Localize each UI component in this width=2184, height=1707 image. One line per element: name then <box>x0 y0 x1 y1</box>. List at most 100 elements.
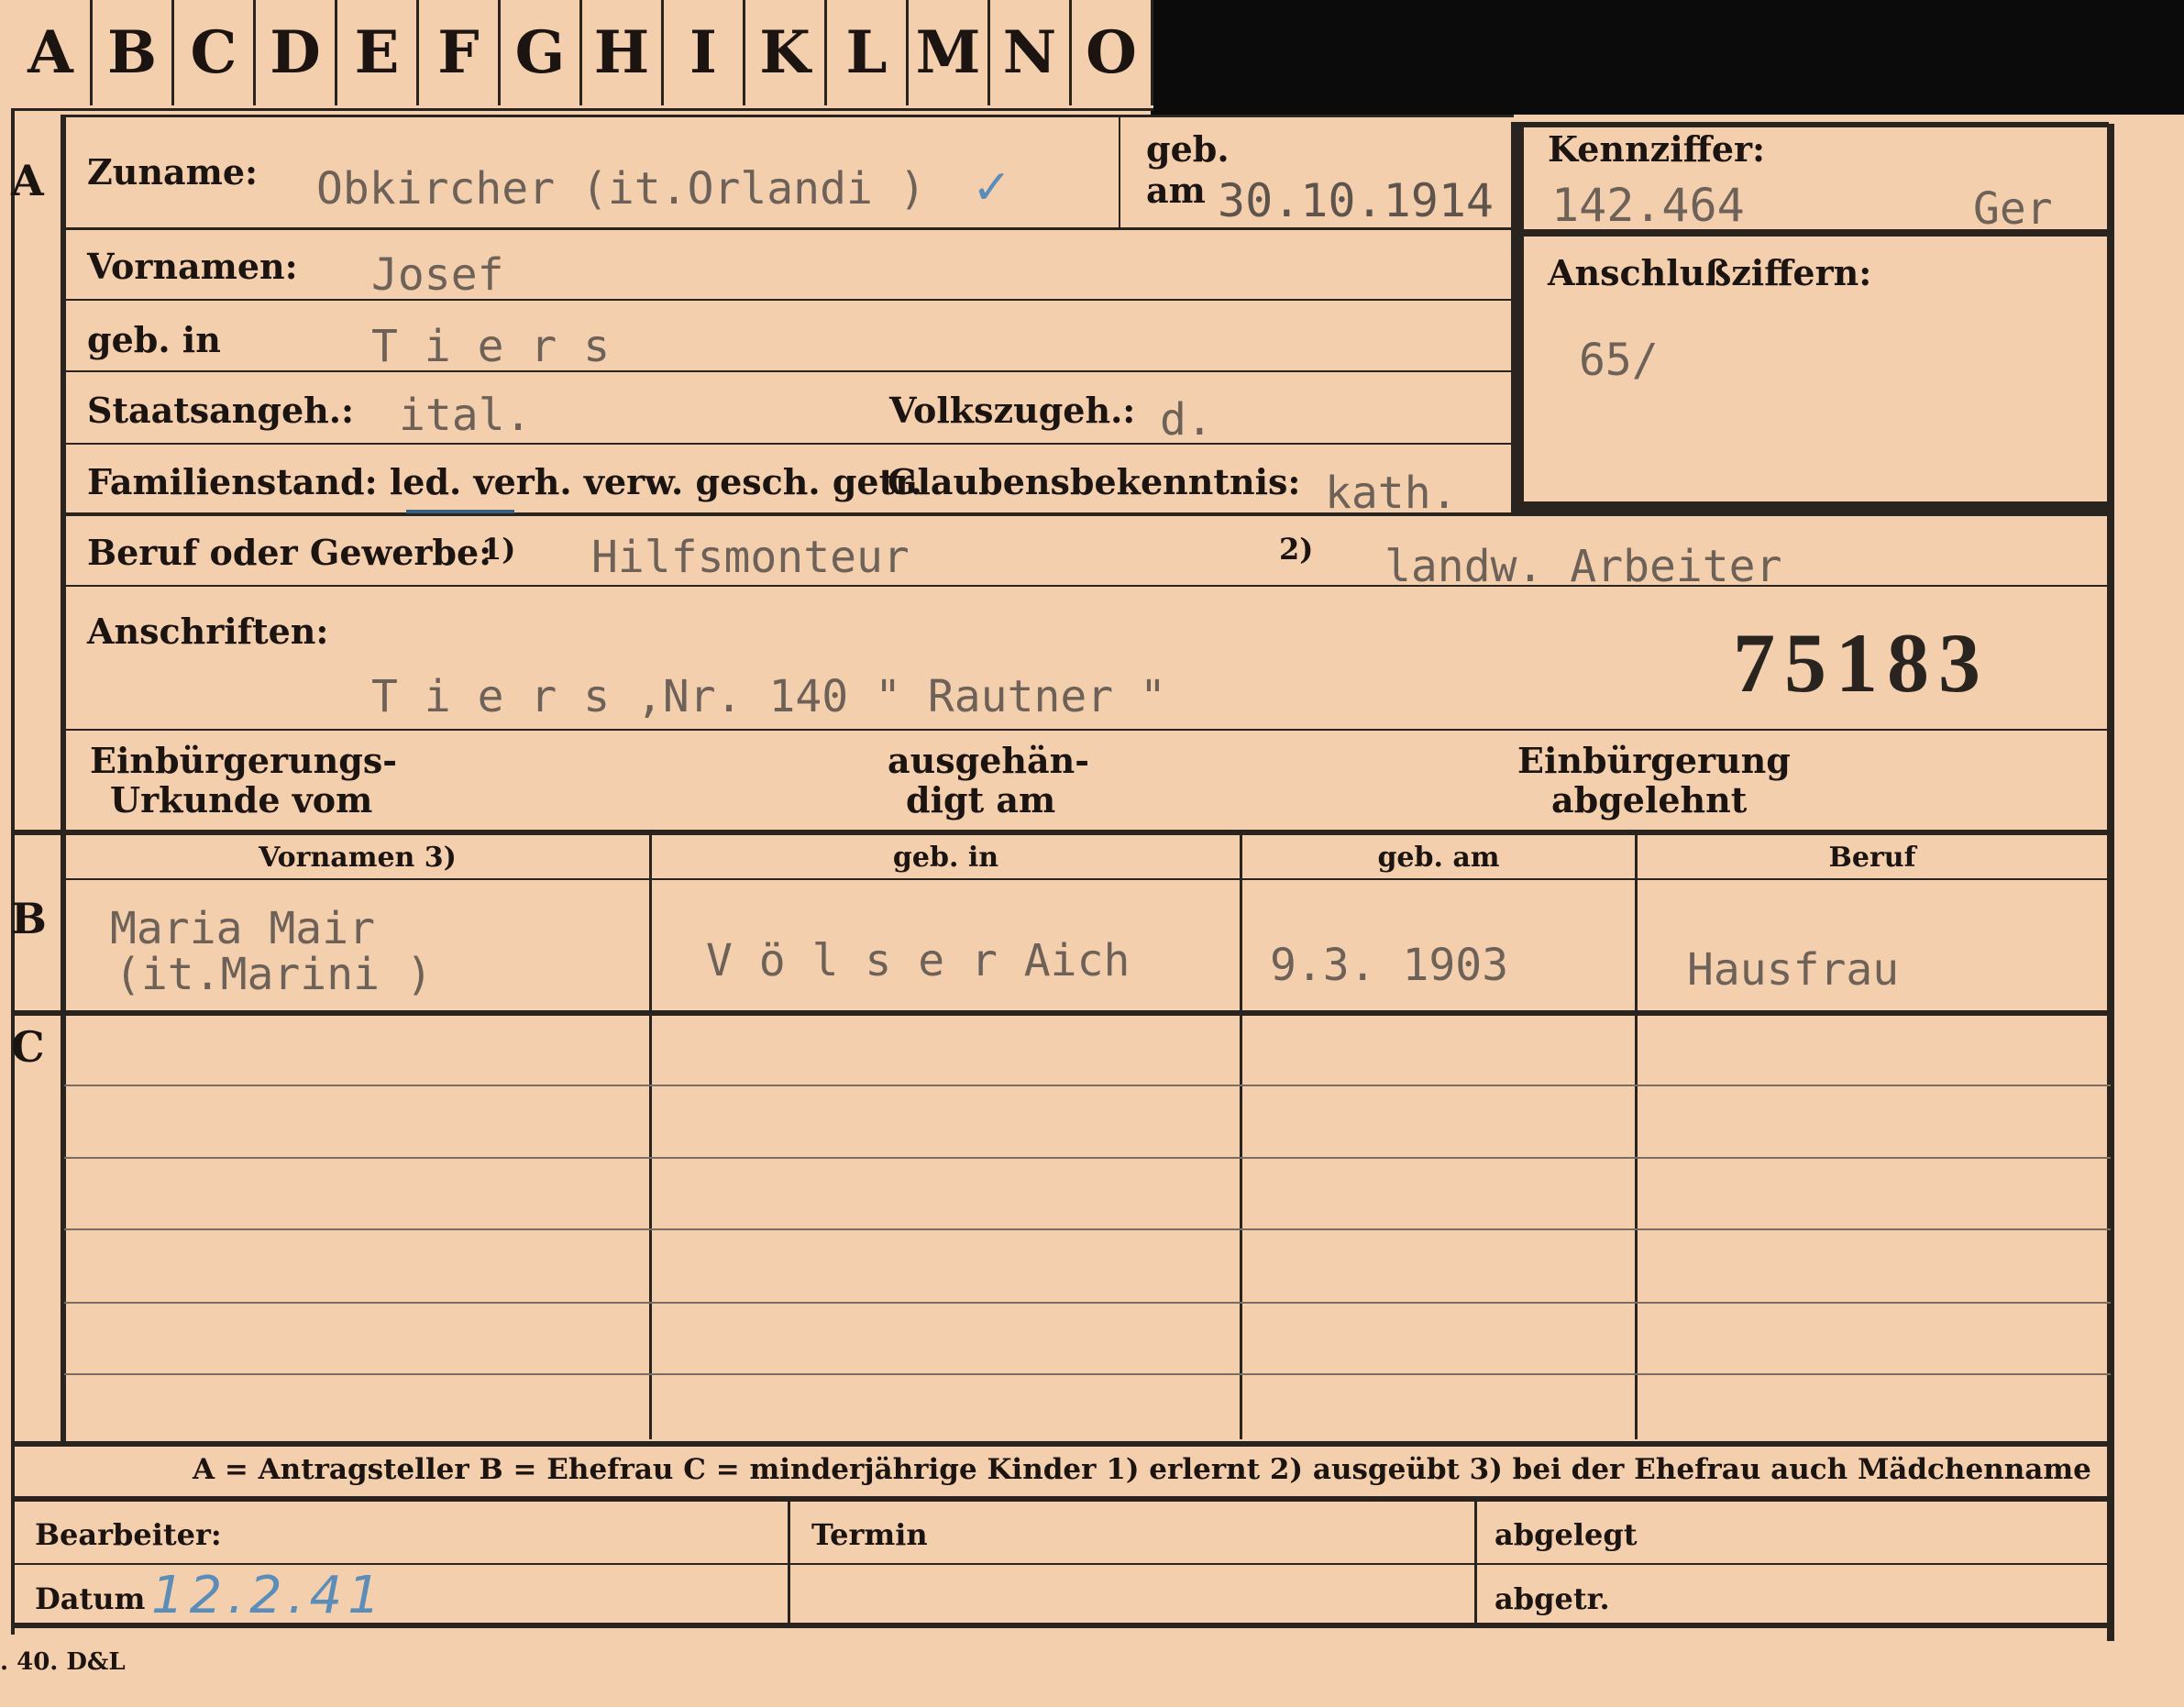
top-dark-band <box>1151 0 2184 115</box>
row-line-1 <box>66 227 1513 230</box>
row-line-7 <box>66 729 2111 731</box>
tab-g[interactable]: G <box>501 0 582 105</box>
col-header-geb-am: geb. am <box>1377 842 1500 874</box>
row-line-6 <box>66 585 2111 587</box>
legend-text: A = Antragsteller B = Ehefrau C = minder… <box>193 1453 2091 1486</box>
child-row-line-2 <box>64 1157 2111 1159</box>
spouse-geb-am[interactable]: 9.3. 1903 <box>1270 940 1508 991</box>
zuname-value[interactable]: Obkircher (it.Orlandi ) <box>316 163 926 215</box>
volkszugeh-label: Volkszugeh.: <box>889 390 1136 431</box>
familienstand-underline-verh <box>406 510 514 513</box>
legend-bottom <box>11 1496 2111 1502</box>
legend-top <box>11 1441 2111 1447</box>
card-number: 75183 <box>1733 616 1990 710</box>
register-tabs: A B C D E F G H I K L M N O <box>11 0 1153 111</box>
tab-n[interactable]: N <box>990 0 1072 105</box>
kennziffer-value[interactable]: 142.464 <box>1551 179 1745 232</box>
tab-k[interactable]: K <box>745 0 827 105</box>
ausgehaendigt-label-2: digt am <box>906 779 1056 820</box>
spouse-vornamen-line1[interactable]: Maria Mair <box>110 903 375 954</box>
einbuergerung-abgelehnt-label-2: abgelehnt <box>1551 779 1748 820</box>
anschrift-value[interactable]: T i e r s ,Nr. 140 " Rautner " <box>371 671 1166 722</box>
footnote-1-marker: 1) <box>481 532 516 567</box>
datum-value[interactable]: 12.2.41 <box>151 1566 386 1625</box>
top-frame <box>61 115 1514 117</box>
row-line-2 <box>66 299 1513 301</box>
row-letter-b: B <box>11 894 47 943</box>
tab-f[interactable]: F <box>419 0 501 105</box>
footer-col-2 <box>1474 1502 1477 1625</box>
right-frame <box>2107 124 2114 1641</box>
check-mark-icon: ✓ <box>972 160 1012 215</box>
staatsangeh-value[interactable]: ital. <box>399 390 532 441</box>
row-line-4 <box>66 443 1513 445</box>
geb-am-value[interactable]: 30.10.1914 <box>1218 174 1494 227</box>
spouse-beruf[interactable]: Hausfrau <box>1687 944 1899 996</box>
geb-label-line2: am <box>1146 170 1206 211</box>
geb-in-value[interactable]: T i e r s <box>371 321 610 372</box>
row-line-5 <box>66 512 2111 516</box>
einbuergerung-urkunde-label-2: Urkunde vom <box>110 779 373 820</box>
tab-a[interactable]: A <box>11 0 93 105</box>
footnote-2-marker: 2) <box>1279 532 1314 567</box>
bearbeiter-label: Bearbeiter: <box>35 1517 222 1552</box>
tab-h[interactable]: H <box>582 0 664 105</box>
child-row-line-1 <box>64 1085 2111 1086</box>
beruf-ausgeuebt-value[interactable]: landw. Arbeiter <box>1384 541 1781 592</box>
abgetr-label: abgetr. <box>1495 1581 1610 1616</box>
section-c-top <box>11 1010 2111 1016</box>
ausgehaendigt-label-1: ausgehän- <box>888 740 1090 781</box>
child-row-line-4 <box>64 1302 2111 1304</box>
einbuergerung-urkunde-label-1: Einbürgerungs- <box>90 740 398 781</box>
kennziffer-label: Kennziffer: <box>1548 128 1766 170</box>
col-header-beruf: Beruf <box>1828 842 1916 874</box>
section-b-top <box>11 830 2111 835</box>
spouse-vornamen-line2[interactable]: (it.Marini ) <box>115 949 433 1000</box>
abgelegt-label: abgelegt <box>1495 1517 1638 1552</box>
kennziffer-box-top <box>1511 122 2109 127</box>
geb-label-line1: geb. <box>1146 128 1230 170</box>
beruf-erlernt-value[interactable]: Hilfsmonteur <box>591 532 910 583</box>
anschlussziffern-label: Anschlußziffern: <box>1548 252 1872 293</box>
family-header-line <box>61 878 2111 880</box>
zuname-label: Zuname: <box>87 151 259 193</box>
col-divider-1 <box>649 832 652 1439</box>
tab-c[interactable]: C <box>174 0 256 105</box>
row-letter-a: A <box>11 156 44 205</box>
left-frame <box>11 108 15 1635</box>
print-mark: . 40. D&L <box>0 1648 126 1676</box>
spouse-geb-in[interactable]: V ö l s e r Aich <box>706 935 1130 986</box>
row-line-3 <box>66 370 1513 372</box>
right-dark-edge <box>2113 115 2184 1636</box>
familienstand-label: Familienstand: led. verh. verw. gesch. g… <box>87 461 922 502</box>
glaubensbekenntnis-label: Glaubensbekenntnis: <box>888 461 1301 502</box>
col-header-vornamen: Vornamen 3) <box>259 842 457 874</box>
datum-label: Datum <box>35 1581 146 1616</box>
footer-mid-line <box>11 1563 2111 1565</box>
zuname-geb-divider <box>1119 115 1120 227</box>
tab-i[interactable]: I <box>664 0 745 105</box>
tab-m[interactable]: M <box>909 0 990 105</box>
child-row-line-3 <box>64 1228 2111 1230</box>
anschlussziffern-value[interactable]: 65/ <box>1579 335 1659 386</box>
geb-in-label: geb. in <box>87 319 221 360</box>
volkszugeh-value[interactable]: d. <box>1160 394 1213 446</box>
tab-d[interactable]: D <box>256 0 337 105</box>
tab-l[interactable]: L <box>827 0 909 105</box>
kennziffer-box-left <box>1511 122 1524 516</box>
tab-o[interactable]: O <box>1072 0 1153 105</box>
row-letter-c: C <box>11 1022 45 1072</box>
col-divider-3 <box>1635 832 1638 1439</box>
kennziffer-suffix: Ger <box>1973 183 2053 235</box>
left-inner-frame <box>61 115 66 1444</box>
anschriften-label: Anschriften: <box>87 611 329 652</box>
glaubensbekenntnis-value[interactable]: kath. <box>1325 468 1458 519</box>
termin-label: Termin <box>811 1517 928 1552</box>
tab-b[interactable]: B <box>93 0 174 105</box>
beruf-label: Beruf oder Gewerbe: <box>87 532 492 573</box>
footer-col-1 <box>788 1502 790 1625</box>
child-row-line-5 <box>64 1373 2111 1375</box>
vornamen-value[interactable]: Josef <box>371 249 504 301</box>
einbuergerung-abgelehnt-label-1: Einbürgerung <box>1517 740 1791 781</box>
tab-e[interactable]: E <box>337 0 419 105</box>
